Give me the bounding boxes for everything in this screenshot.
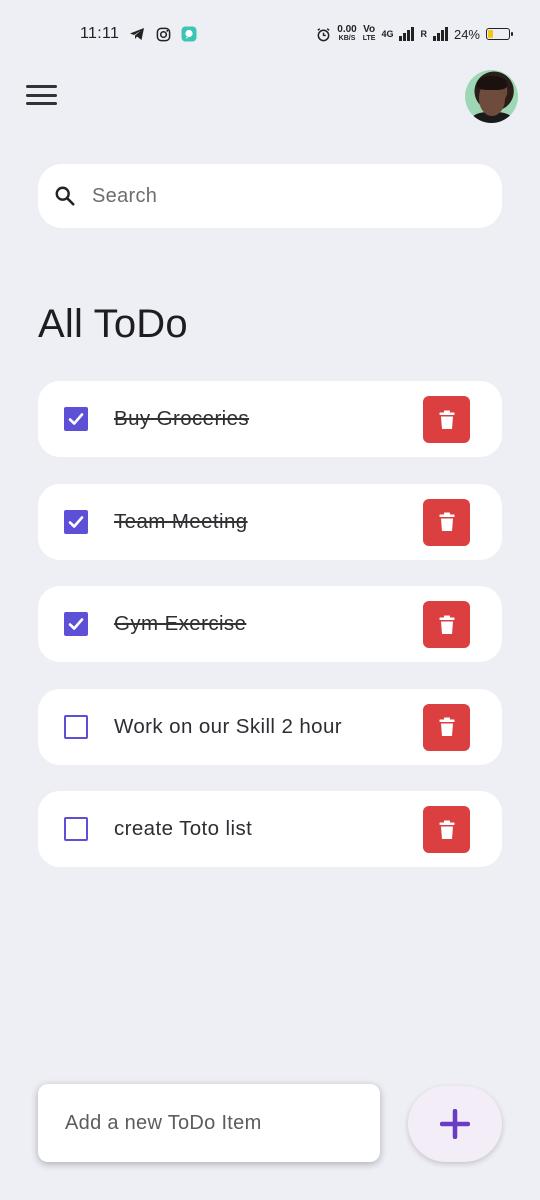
trash-icon (439, 820, 454, 839)
status-time: 11:11 (80, 25, 120, 42)
todo-item[interactable]: Buy Groceries (38, 381, 502, 457)
todo-text: create Toto list (114, 817, 253, 840)
todo-item[interactable]: Work on our Skill 2 hour (38, 688, 502, 765)
add-todo-input[interactable] (65, 1111, 355, 1135)
search-input[interactable] (92, 184, 452, 208)
telegram-icon (129, 26, 145, 42)
check-icon (68, 413, 84, 425)
todo-checkbox[interactable] (64, 714, 88, 739)
todo-checkbox[interactable] (64, 612, 88, 636)
status-bar: 11:11 0.00 KB/S Vo LTE 4G R 24% (0, 0, 540, 68)
menu-icon[interactable] (26, 82, 58, 108)
add-todo-field[interactable] (38, 1084, 380, 1162)
roaming-indicator: R (420, 28, 427, 39)
volte-top: Vo (363, 24, 376, 35)
check-icon (68, 618, 84, 630)
trash-icon (439, 717, 454, 736)
trash-icon (439, 512, 454, 531)
todo-text: Gym Exercise (114, 612, 247, 635)
add-todo-button[interactable] (408, 1086, 502, 1162)
network-speed-value: 0.00 (337, 24, 357, 35)
trash-icon (439, 410, 454, 429)
check-icon (68, 515, 84, 528)
signal-bars-2-icon (432, 27, 448, 41)
todo-text: Team Meeting (114, 509, 248, 533)
status-bar-left: 11:11 (80, 25, 197, 43)
todo-item[interactable]: create Toto list (38, 791, 502, 867)
volte-bottom: LTE (362, 35, 376, 42)
todo-text: Work on our Skill 2 hour (114, 714, 342, 738)
network-type: 4G (381, 28, 394, 39)
volte-indicator: Vo LTE (363, 25, 376, 43)
network-speed-unit: KB/S (338, 35, 356, 42)
delete-button[interactable] (423, 703, 470, 751)
search-icon (54, 185, 76, 207)
page-title: All ToDo (38, 302, 188, 346)
signal-bars-icon (399, 27, 415, 41)
network-speed: 0.00 KB/S (337, 25, 356, 43)
chat-app-icon (181, 26, 197, 42)
todo-item[interactable]: Team Meeting (38, 483, 502, 560)
todo-item[interactable]: Gym Exercise (38, 586, 502, 662)
battery-icon (486, 28, 513, 40)
status-bar-right: 0.00 KB/S Vo LTE 4G R 24% (315, 25, 513, 43)
instagram-icon (155, 26, 171, 42)
todo-checkbox[interactable] (64, 509, 88, 534)
todo-list: Buy Groceries Team Meeting Gym Exercise … (38, 381, 502, 894)
todo-text: Buy Groceries (114, 407, 250, 430)
delete-button[interactable] (423, 498, 470, 546)
delete-button[interactable] (423, 396, 470, 443)
delete-button[interactable] (423, 601, 470, 648)
plus-icon (440, 1109, 470, 1139)
battery-percent: 24% (453, 26, 480, 42)
todo-checkbox[interactable] (64, 407, 88, 431)
trash-icon (439, 615, 454, 634)
battery-level (488, 30, 493, 38)
alarm-icon (315, 26, 331, 42)
search-bar[interactable] (38, 164, 502, 228)
avatar[interactable] (465, 70, 518, 123)
delete-button[interactable] (423, 806, 470, 853)
todo-checkbox[interactable] (64, 817, 88, 841)
